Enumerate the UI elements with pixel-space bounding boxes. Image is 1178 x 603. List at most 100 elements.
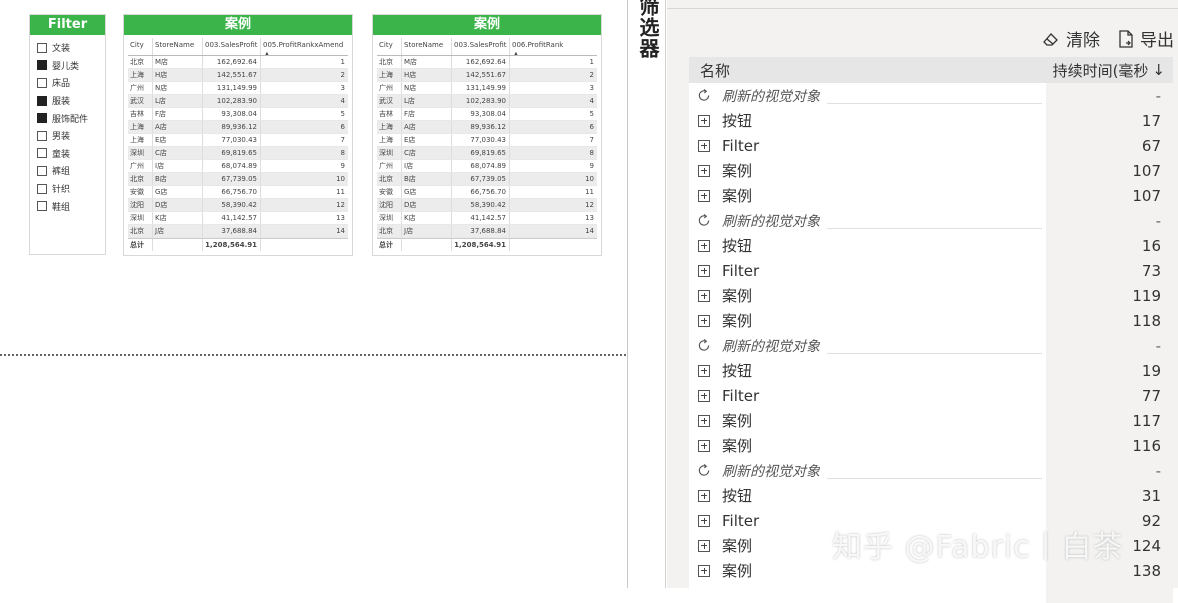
table-cell: 7 bbox=[340, 136, 345, 144]
expand-icon[interactable] bbox=[697, 514, 711, 528]
table-cell: 武汉 bbox=[128, 95, 153, 107]
visual-row[interactable]: Filter 73 bbox=[689, 258, 1173, 283]
checkbox-icon[interactable] bbox=[37, 42, 47, 53]
expand-icon[interactable] bbox=[697, 364, 711, 378]
checkbox-icon[interactable] bbox=[37, 113, 47, 124]
column-header[interactable]: StoreName bbox=[153, 38, 203, 55]
checkbox-icon[interactable] bbox=[37, 183, 47, 194]
checkbox-icon[interactable] bbox=[37, 148, 47, 159]
slicer-item[interactable]: 文装 bbox=[30, 39, 105, 57]
checkbox-icon[interactable] bbox=[37, 77, 47, 88]
refresh-icon bbox=[697, 463, 711, 478]
column-header-label: City bbox=[379, 41, 393, 49]
column-header-duration[interactable]: 持续时间(毫秒 ↓ bbox=[1048, 60, 1173, 81]
column-header[interactable]: 005.ProfitRankxAmend ▲ bbox=[261, 38, 348, 55]
expand-icon[interactable] bbox=[697, 114, 711, 128]
visual-row[interactable]: Filter 67 bbox=[689, 133, 1173, 158]
table-cell: 4 bbox=[589, 97, 594, 105]
refresh-visuals-row[interactable]: 刷新的视觉对象 - bbox=[689, 208, 1173, 233]
table-cell: 上海 bbox=[377, 134, 402, 146]
visual-row[interactable]: 按钮 17 bbox=[689, 108, 1173, 133]
slicer-item[interactable]: 婴儿类 bbox=[30, 57, 105, 75]
table-cell: 89,936.12 bbox=[452, 121, 510, 133]
row-duration: 107 bbox=[1132, 161, 1161, 180]
table-cell: N店 bbox=[402, 82, 452, 94]
clear-button[interactable]: 清除 bbox=[1042, 26, 1100, 51]
table-cell: G店 bbox=[153, 186, 203, 198]
column-header[interactable]: City bbox=[128, 38, 153, 55]
checkbox-icon[interactable] bbox=[37, 60, 47, 71]
column-header-name[interactable]: 名称 bbox=[689, 60, 1048, 81]
row-duration: - bbox=[1155, 461, 1161, 480]
column-header-label: StoreName bbox=[404, 41, 444, 49]
column-header[interactable]: 003.SalesProfit bbox=[452, 38, 510, 55]
row-label: 按钮 bbox=[722, 237, 753, 255]
refresh-visuals-row[interactable]: 刷新的视觉对象 - bbox=[689, 458, 1173, 483]
column-header[interactable]: 003.SalesProfit bbox=[203, 38, 261, 55]
slicer-item[interactable]: 服装 bbox=[30, 92, 105, 110]
table-cell: B店 bbox=[402, 173, 452, 185]
visual-row[interactable]: 按钮 31 bbox=[689, 483, 1173, 508]
refresh-visuals-row[interactable]: 刷新的视觉对象 - bbox=[689, 333, 1173, 358]
visual-row[interactable]: 案例 107 bbox=[689, 158, 1173, 183]
table-cell: 14 bbox=[585, 227, 594, 235]
visual-row[interactable]: 案例 118 bbox=[689, 308, 1173, 333]
slicer-item[interactable]: 裤组 bbox=[30, 162, 105, 180]
expand-icon[interactable] bbox=[697, 414, 711, 428]
table-visual-1[interactable]: 案例 City StoreName 003.SalesProfit 005.Profi… bbox=[123, 14, 353, 256]
expand-icon[interactable] bbox=[697, 239, 711, 253]
expand-icon[interactable] bbox=[697, 164, 711, 178]
visual-row[interactable]: 案例 117 bbox=[689, 408, 1173, 433]
visual-row[interactable]: 案例 116 bbox=[689, 433, 1173, 458]
filters-pane-collapsed[interactable]: 筛选器 bbox=[630, 0, 666, 588]
table-cell: 北京 bbox=[128, 225, 153, 237]
row-label: 刷新的视觉对象 bbox=[722, 88, 820, 105]
column-header[interactable]: 006.ProfitRank ▲ bbox=[510, 38, 597, 55]
slicer-item[interactable]: 童装 bbox=[30, 145, 105, 163]
visual-row[interactable]: 案例 119 bbox=[689, 283, 1173, 308]
column-header[interactable]: City bbox=[377, 38, 402, 55]
export-button[interactable]: 导出 bbox=[1118, 26, 1174, 51]
row-label: 按钮 bbox=[722, 112, 753, 130]
expand-icon[interactable] bbox=[697, 264, 711, 278]
expand-icon[interactable] bbox=[697, 189, 711, 203]
slicer-item-label: 裤组 bbox=[52, 167, 71, 178]
table-visual-title: 案例 bbox=[124, 15, 352, 35]
slicer-item[interactable]: 床品 bbox=[30, 74, 105, 92]
expand-icon[interactable] bbox=[697, 439, 711, 453]
total-cell bbox=[153, 239, 203, 251]
sort-descending-icon: ↓ bbox=[1152, 61, 1165, 79]
table-cell: 162,692.64 bbox=[452, 56, 510, 68]
visual-row[interactable]: 按钮 19 bbox=[689, 358, 1173, 383]
checkbox-icon[interactable] bbox=[37, 95, 47, 106]
refresh-visuals-row[interactable]: 刷新的视觉对象 - bbox=[689, 83, 1173, 108]
table-cell: 6 bbox=[340, 123, 345, 131]
row-label: 案例 bbox=[722, 437, 753, 455]
column-header[interactable]: StoreName bbox=[402, 38, 452, 55]
expand-icon[interactable] bbox=[697, 489, 711, 503]
expand-icon[interactable] bbox=[697, 564, 711, 578]
expand-icon[interactable] bbox=[697, 539, 711, 553]
slicer-item[interactable]: 男装 bbox=[30, 127, 105, 145]
slicer-item[interactable]: 针织 bbox=[30, 180, 105, 198]
checkbox-icon[interactable] bbox=[37, 165, 47, 176]
expand-icon[interactable] bbox=[697, 314, 711, 328]
expand-icon[interactable] bbox=[697, 389, 711, 403]
filter-slicer[interactable]: Filter 文装 婴儿类 床品 服装 服饰配件 男装 童装 裤组 针织 鞋组 bbox=[29, 14, 106, 255]
expand-icon[interactable] bbox=[697, 289, 711, 303]
visual-row[interactable]: Filter 77 bbox=[689, 383, 1173, 408]
checkbox-icon[interactable] bbox=[37, 201, 47, 212]
table-cell: 11 bbox=[336, 188, 345, 196]
expand-icon[interactable] bbox=[697, 139, 711, 153]
visual-row[interactable]: 按钮 16 bbox=[689, 233, 1173, 258]
table-visual-2[interactable]: 案例 City StoreName 003.SalesProfit 006.Profi… bbox=[372, 14, 602, 256]
visual-row[interactable]: 案例 107 bbox=[689, 183, 1173, 208]
total-cell: 总计 bbox=[377, 239, 402, 251]
table-cell: 7 bbox=[589, 136, 594, 144]
checkbox-icon[interactable] bbox=[37, 130, 47, 141]
slicer-item[interactable]: 鞋组 bbox=[30, 197, 105, 215]
sort-ascending-icon: ▲ bbox=[514, 51, 518, 56]
table-cell: L店 bbox=[153, 95, 203, 107]
page-boundary-divider bbox=[0, 354, 626, 356]
slicer-item[interactable]: 服饰配件 bbox=[30, 109, 105, 127]
